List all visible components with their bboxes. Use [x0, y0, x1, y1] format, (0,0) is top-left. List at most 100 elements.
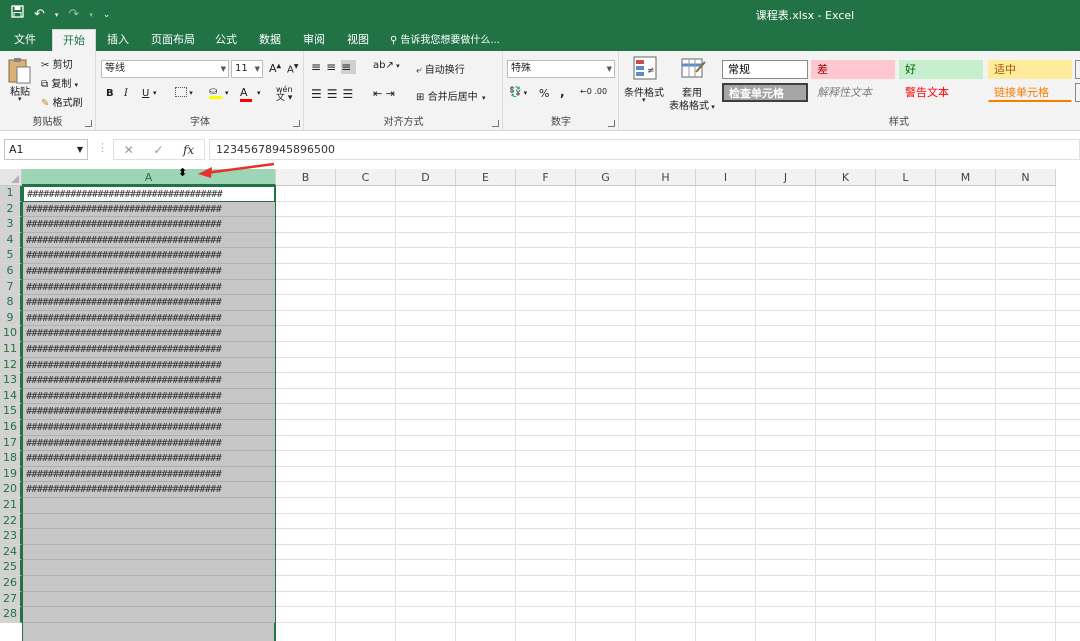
cell-a13[interactable]: #################################### [23, 373, 275, 389]
font-name-select[interactable]: 等线 ▼ [101, 60, 229, 78]
row-header-19[interactable]: 19 [0, 466, 22, 483]
cell-a18[interactable]: #################################### [23, 451, 275, 467]
cell-a25[interactable] [23, 560, 275, 576]
align-left-icon[interactable]: ☰ [311, 87, 327, 101]
cut-button[interactable]: ✂ 剪切 [41, 56, 73, 71]
vertical-align-buttons[interactable]: ≡≡≡ [311, 60, 357, 74]
increase-font-button[interactable]: A▲ [269, 62, 281, 75]
horizontal-align-buttons[interactable]: ☰☰☰ [311, 87, 358, 101]
tab-formulas[interactable]: 公式 [209, 29, 243, 51]
cell-a17[interactable]: #################################### [23, 435, 275, 452]
align-bottom-icon[interactable]: ≡ [341, 60, 357, 74]
row-header-15[interactable]: 15 [0, 404, 22, 420]
column-header-i[interactable]: I [696, 169, 756, 186]
row-header-16[interactable]: 16 [0, 420, 22, 436]
number-launcher-icon[interactable] [608, 120, 615, 127]
cell-a28[interactable] [23, 607, 275, 623]
format-painter-button[interactable]: ✎ 格式刷 [41, 94, 83, 109]
orientation-button[interactable]: ab↗ ▾ [373, 60, 400, 71]
row-header-28[interactable]: 28 [0, 607, 22, 623]
cell-a5[interactable]: #################################### [23, 248, 275, 264]
cell-a21[interactable] [23, 498, 275, 514]
cell-a12[interactable]: #################################### [23, 357, 275, 374]
formula-input[interactable]: 12345678945896500 [209, 139, 1080, 160]
insert-function-icon[interactable]: fx [183, 143, 194, 157]
column-header-f[interactable]: F [516, 169, 576, 186]
cell-a19[interactable]: #################################### [23, 466, 275, 483]
borders-button[interactable]: ▾ [175, 87, 193, 98]
column-header-g[interactable]: G [576, 169, 636, 186]
row-header-22[interactable]: 22 [0, 513, 22, 530]
increase-indent-icon[interactable]: ⇥ [386, 87, 395, 100]
row-header-21[interactable]: 21 [0, 498, 22, 514]
style-linked-cell[interactable]: 链接单元格 [988, 83, 1072, 102]
cell-a24[interactable] [23, 544, 275, 561]
style-neutral[interactable]: 适中 [988, 60, 1072, 79]
cell-a10[interactable]: #################################### [23, 326, 275, 342]
copy-dropdown-icon[interactable]: ▾ [75, 81, 79, 89]
cell-a6[interactable]: #################################### [23, 264, 275, 280]
tab-insert[interactable]: 插入 [101, 29, 135, 51]
tab-review[interactable]: 审阅 [297, 29, 331, 51]
cell-a9[interactable]: #################################### [23, 310, 275, 327]
row-header-10[interactable]: 10 [0, 326, 22, 342]
style-explanatory[interactable]: 解释性文本 [811, 83, 895, 102]
row-header-14[interactable]: 14 [0, 388, 22, 405]
column-header-m[interactable]: M [936, 169, 996, 186]
currency-button[interactable]: 💱 ▾ [509, 87, 527, 98]
column-header-d[interactable]: D [396, 169, 456, 186]
percent-button[interactable]: % [539, 87, 549, 100]
tab-view[interactable]: 视图 [341, 29, 375, 51]
row-header-5[interactable]: 5 [0, 248, 22, 264]
cell-a3[interactable]: #################################### [23, 217, 275, 233]
column-header-l[interactable]: L [876, 169, 936, 186]
align-middle-icon[interactable]: ≡ [326, 60, 341, 74]
alignment-launcher-icon[interactable] [492, 120, 499, 127]
clipboard-launcher-icon[interactable] [85, 120, 92, 127]
align-top-icon[interactable]: ≡ [311, 60, 326, 74]
cell-a1[interactable]: #################################### [23, 186, 275, 202]
row-header-27[interactable]: 27 [0, 591, 22, 608]
cell-a20[interactable]: #################################### [23, 482, 275, 498]
cell-a23[interactable] [23, 529, 275, 545]
enter-icon[interactable]: ✓ [153, 143, 163, 157]
row-header-3[interactable]: 3 [0, 217, 22, 233]
underline-button[interactable]: U [142, 88, 149, 99]
row-header-17[interactable]: 17 [0, 435, 22, 452]
cell-a8[interactable]: #################################### [23, 295, 275, 311]
italic-button[interactable]: I [124, 88, 128, 99]
cell-a11[interactable]: #################################### [23, 342, 275, 358]
decrease-indent-icon[interactable]: ⇤ [373, 87, 382, 100]
underline-dropdown-icon[interactable]: ▾ [153, 89, 157, 97]
tab-file[interactable]: 文件 [8, 29, 42, 51]
merge-center-button[interactable]: ⊞ 合并后居中 ▾ [416, 88, 486, 103]
column-header-n[interactable]: N [996, 169, 1056, 186]
font-color-dropdown-icon[interactable]: ▾ [257, 89, 261, 97]
cell-a2[interactable]: #################################### [23, 201, 275, 218]
row-header-8[interactable]: 8 [0, 295, 22, 311]
style-bad[interactable]: 差 [811, 60, 895, 79]
bold-button[interactable]: B [106, 88, 114, 99]
row-header-11[interactable]: 11 [0, 342, 22, 358]
cell-a22[interactable] [23, 513, 275, 530]
cell-a7[interactable]: #################################### [23, 279, 275, 296]
style-warning[interactable]: 警告文本 [899, 83, 983, 102]
style-gallery-more[interactable] [1075, 60, 1080, 79]
row-header-7[interactable]: 7 [0, 279, 22, 296]
phonetic-button[interactable]: wén 文 ▾ [276, 86, 293, 103]
column-header-j[interactable]: J [756, 169, 816, 186]
row-header-23[interactable]: 23 [0, 529, 22, 545]
column-header-c[interactable]: C [336, 169, 396, 186]
row-header-1[interactable]: 1 [0, 186, 22, 202]
row-header-12[interactable]: 12 [0, 357, 22, 374]
select-all-button[interactable] [0, 169, 22, 186]
formula-bar-grip-icon[interactable]: ⋮ [97, 141, 108, 154]
worksheet-grid[interactable]: A B C D E F G H I J K L M N 1 #########################… [0, 169, 1080, 641]
fill-color-button[interactable]: ⛀ [209, 86, 222, 99]
paste-dropdown-icon[interactable]: ▾ [18, 95, 22, 103]
style-gallery-more-2[interactable] [1075, 83, 1080, 102]
decrease-font-button[interactable]: A▼ [287, 63, 298, 75]
name-box[interactable]: A1 ▼ [4, 139, 88, 160]
tell-me-box[interactable]: ⚲ 告诉我您想要做什么... [390, 29, 500, 51]
style-normal[interactable]: 常规 [722, 60, 808, 79]
